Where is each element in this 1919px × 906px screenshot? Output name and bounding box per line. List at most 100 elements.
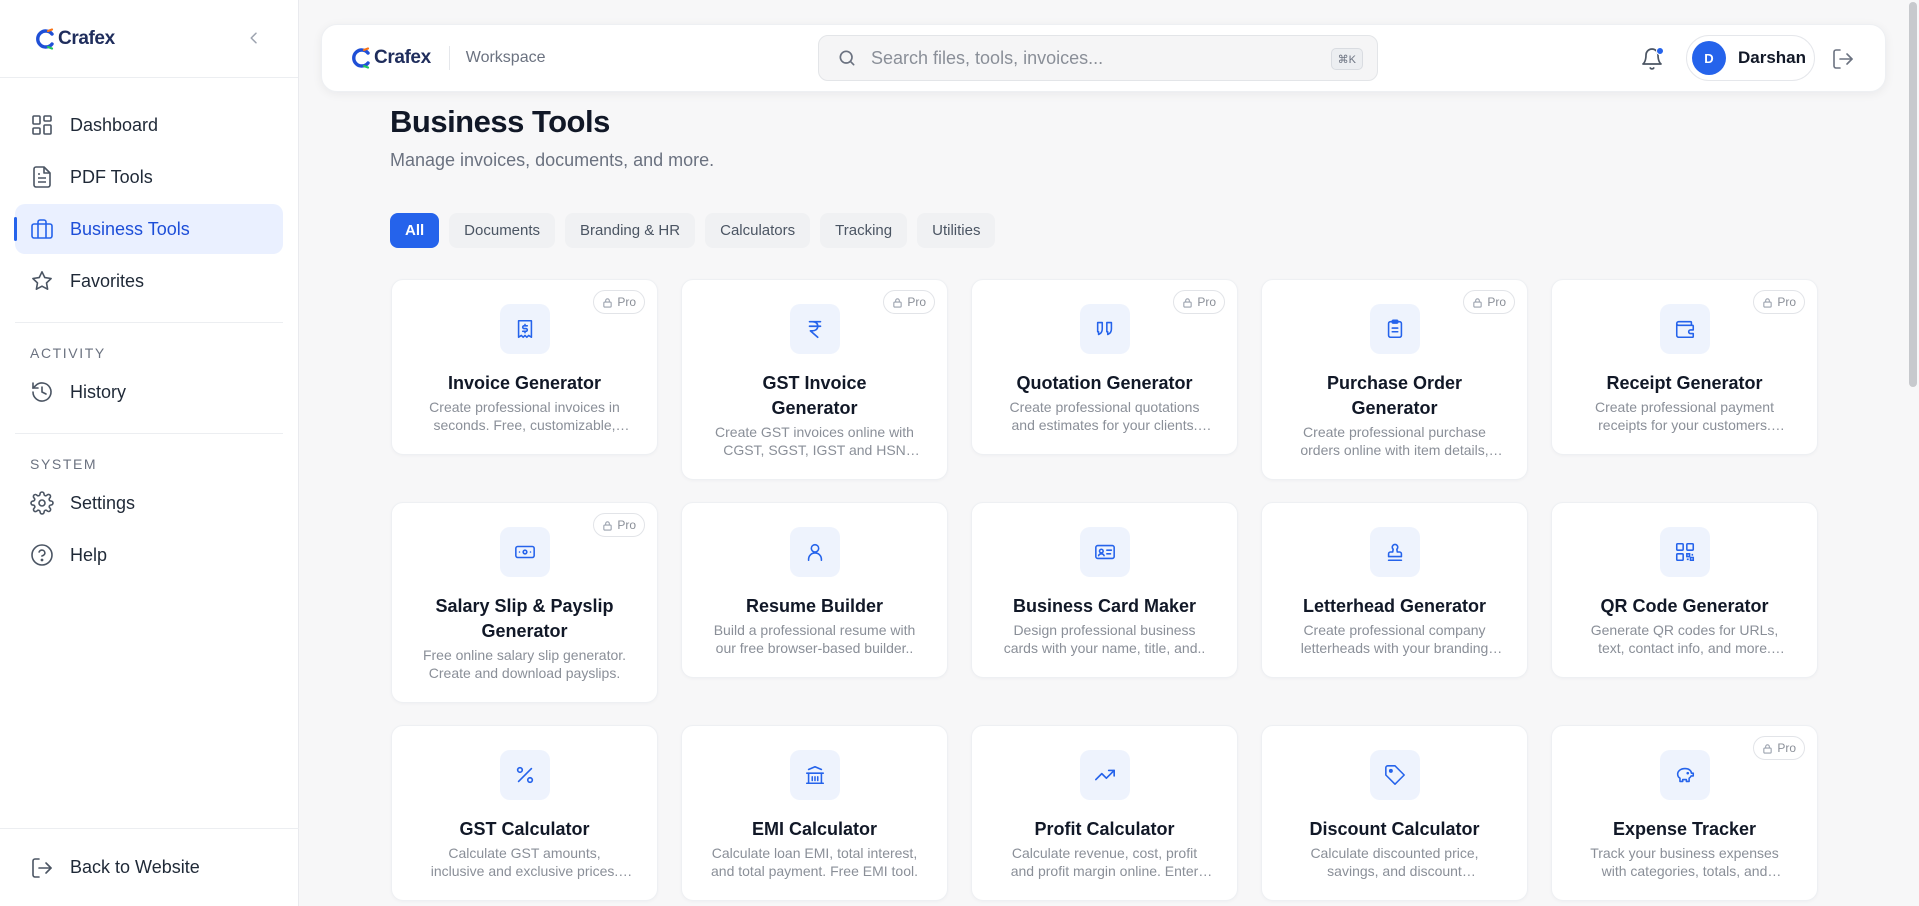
tool-card-emi-calculator[interactable]: EMI Calculator Calculate loan EMI, total…	[681, 725, 948, 901]
pro-badge: Pro	[593, 513, 645, 537]
tool-title: EMI Calculator	[751, 819, 878, 839]
tool-icon	[1659, 750, 1710, 800]
tool-card-discount-calculator[interactable]: Discount Calculator Calculate discounted…	[1261, 725, 1528, 901]
tab-utilities[interactable]: Utilities	[917, 213, 996, 248]
tool-card-profit-calculator[interactable]: Profit Calculator Calculate revenue, cos…	[971, 725, 1238, 901]
lock-icon	[893, 297, 903, 308]
tool-title: QR Code Generator	[1600, 596, 1769, 616]
brand-name: Crafex	[58, 27, 115, 49]
tool-description: Calculate loan EMI, total interest, and …	[711, 845, 918, 879]
tool-icon	[1369, 304, 1420, 354]
tab-all[interactable]: All	[390, 213, 440, 248]
back-to-website-link[interactable]: Back to Website	[15, 843, 284, 893]
sidebar-item-history[interactable]: History	[15, 367, 283, 417]
topbar-logo[interactable]: Crafex	[350, 47, 431, 69]
pro-badge-label: Pro	[617, 295, 636, 309]
tab-branding-hr[interactable]: Branding & HR	[565, 213, 696, 248]
tab-tracking[interactable]: Tracking	[820, 213, 908, 248]
tool-title: Letterhead Generator	[1302, 596, 1487, 616]
user-menu-button[interactable]: D Darshan	[1686, 35, 1815, 81]
tool-description: Free online salary slip generator. Creat…	[422, 647, 627, 681]
notifications-button[interactable]	[1640, 47, 1664, 71]
sidebar-divider	[15, 433, 283, 434]
tool-icon	[1369, 750, 1420, 800]
sidebar-item-business-tools[interactable]: Business Tools	[14, 204, 283, 254]
pro-badge: Pro	[883, 290, 935, 314]
search-bar[interactable]: ⌘K	[818, 35, 1378, 81]
piggy-bank-icon	[1676, 767, 1694, 783]
sidebar-item-settings[interactable]: Settings	[15, 478, 283, 528]
tool-card-purchase-order-generator[interactable]: Pro Purchase Order Generator Create prof…	[1261, 279, 1528, 480]
sidebar-item-label: Dashboard	[70, 114, 159, 135]
tool-title: GST Calculator	[459, 819, 590, 839]
tool-card-quotation-generator[interactable]: Pro Quotation Generator Create professio…	[971, 279, 1238, 455]
log-out-icon	[1833, 49, 1853, 69]
rupee-icon	[808, 320, 821, 339]
sidebar-item-label: PDF Tools	[70, 166, 153, 187]
collapse-sidebar-button[interactable]	[244, 28, 264, 48]
tab-calculators[interactable]: Calculators	[705, 213, 811, 248]
sidebar-item-label: Business Tools	[70, 218, 190, 239]
tool-title: GST Invoice Generator	[762, 373, 867, 418]
notification-dot	[1656, 47, 1664, 55]
sidebar-item-favorites[interactable]: Favorites	[15, 256, 283, 306]
sidebar-item-label: Favorites	[70, 270, 145, 291]
tool-description: Create GST invoices online with CGST, SG…	[715, 424, 914, 458]
tab-documents[interactable]: Documents	[449, 213, 556, 248]
section-label-activity: ACTIVITY	[30, 345, 106, 361]
tool-description: Calculate revenue, cost, profit and prof…	[1010, 845, 1199, 879]
user-icon	[807, 543, 822, 562]
sidebar-brand: Crafex	[0, 0, 298, 78]
tool-card-resume-builder[interactable]: Resume Builder Build a professional resu…	[681, 502, 948, 678]
search-input[interactable]	[871, 47, 1311, 69]
tool-icon	[1079, 750, 1130, 800]
tool-card-receipt-generator[interactable]: Pro Receipt Generator Create professiona…	[1551, 279, 1818, 455]
lock-icon	[1183, 297, 1193, 308]
page-subtitle: Manage invoices, documents, and more.	[390, 150, 715, 170]
tool-title: Invoice Generator	[447, 373, 602, 393]
section-label-system: SYSTEM	[30, 456, 98, 472]
page-title: Business Tools	[390, 104, 610, 139]
pro-badge: Pro	[1753, 290, 1805, 314]
quote-icon	[1096, 321, 1112, 336]
tool-card-business-card-maker[interactable]: Business Card Maker Design professional …	[971, 502, 1238, 678]
tool-description: Create professional purchase orders onli…	[1300, 424, 1489, 458]
tool-title: Receipt Generator	[1606, 373, 1763, 393]
sidebar-item-help[interactable]: Help	[15, 530, 283, 580]
sidebar-item-label: History	[70, 381, 127, 402]
tool-title: Quotation Generator	[1016, 373, 1193, 393]
logout-button[interactable]	[1831, 47, 1855, 71]
sidebar-item-pdf-tools[interactable]: PDF Tools	[15, 152, 283, 202]
tool-card-gst-calculator[interactable]: GST Calculator Calculate GST amounts, in…	[391, 725, 658, 901]
tool-card-salary-slip-generator[interactable]: Pro Salary Slip & Payslip Generator Free…	[391, 502, 658, 703]
tool-icon	[1659, 527, 1710, 577]
lock-icon	[1763, 297, 1773, 308]
tool-card-invoice-generator[interactable]: Pro Invoice Generator Create professiona…	[391, 279, 658, 455]
crafex-logo[interactable]: Crafex	[34, 28, 115, 50]
crafex-logo-icon	[352, 47, 370, 69]
tool-card-letterhead-generator[interactable]: Letterhead Generator Create professional…	[1261, 502, 1528, 678]
pro-badge: Pro	[593, 290, 645, 314]
lock-icon	[1473, 297, 1483, 308]
back-to-website-label: Back to Website	[70, 857, 200, 877]
pro-badge: Pro	[1173, 290, 1225, 314]
page-scrollbar[interactable]	[1909, 2, 1917, 387]
trending-up-icon	[1094, 769, 1115, 781]
help-circle-icon	[31, 544, 53, 566]
search-shortcut-hint: ⌘K	[1330, 48, 1363, 70]
avatar: D	[1692, 41, 1726, 75]
briefcase-icon	[31, 219, 53, 239]
id-card-icon	[1094, 544, 1115, 560]
sidebar-item-dashboard[interactable]: Dashboard	[15, 100, 283, 150]
tag-icon	[1384, 765, 1405, 785]
log-out-icon	[32, 857, 52, 878]
tool-card-gst-invoice-generator[interactable]: Pro GST Invoice Generator Create GST inv…	[681, 279, 948, 480]
clipboard-icon	[1387, 319, 1402, 339]
stamp-icon	[1387, 543, 1402, 562]
pro-badge-label: Pro	[1777, 741, 1796, 755]
sidebar-divider	[15, 322, 283, 323]
tool-card-qr-code-generator[interactable]: QR Code Generator Generate QR codes for …	[1551, 502, 1818, 678]
category-tabs: All Documents Branding & HR Calculators …	[390, 213, 996, 248]
tool-icon	[1369, 527, 1420, 577]
tool-card-expense-tracker[interactable]: Pro Expense Tracker Track your business …	[1551, 725, 1818, 901]
